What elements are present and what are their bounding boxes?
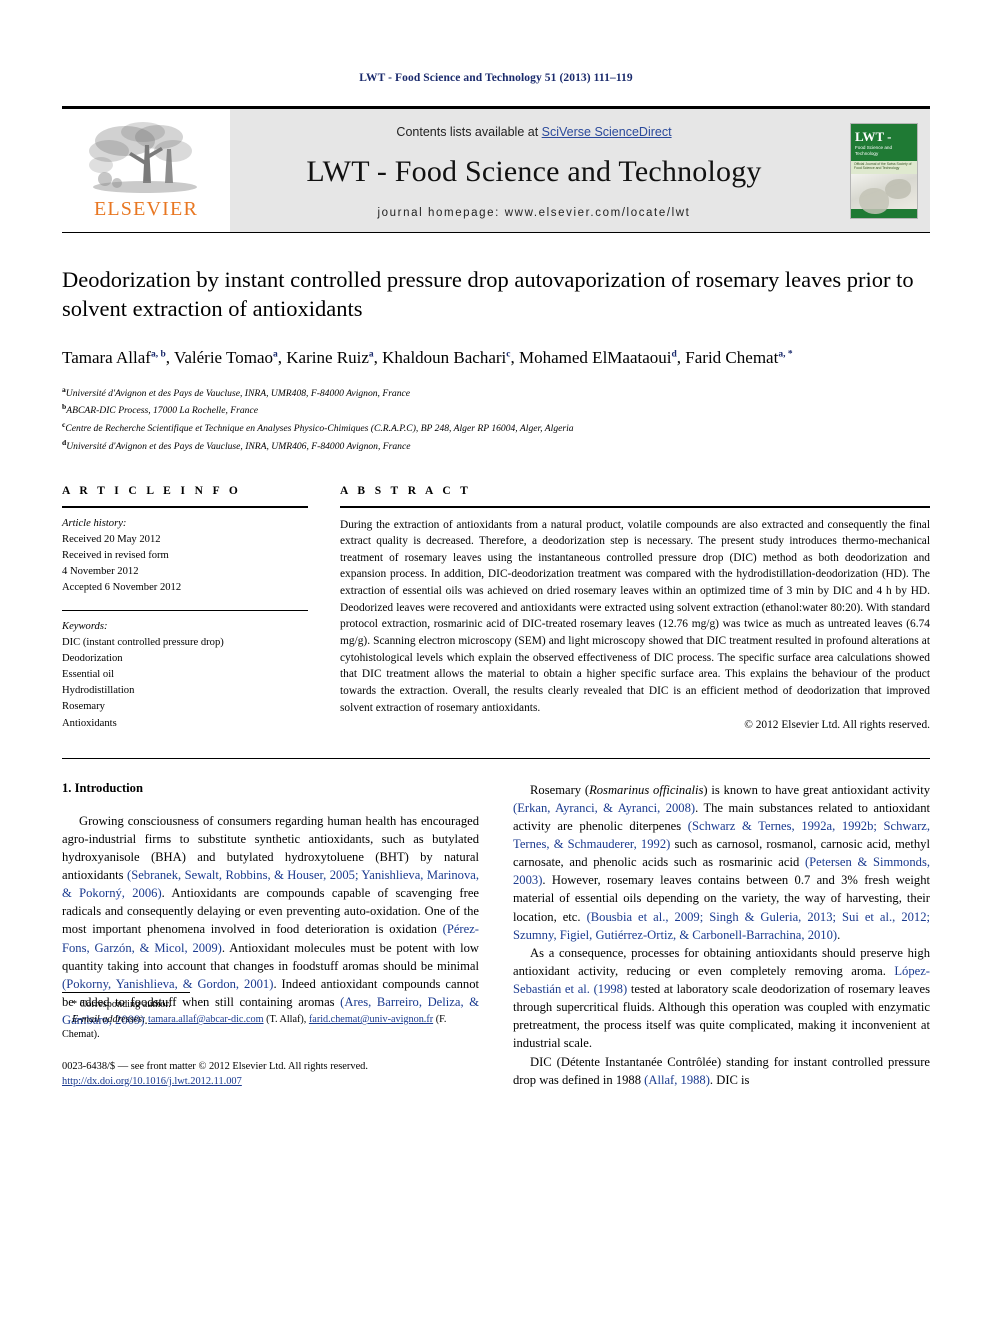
author-name: Karine Ruiz [286,347,369,367]
keyword-item: Hydrodistillation [62,685,135,697]
keywords-label: Keywords: [62,620,108,632]
affiliation: aUniversité d'Avignon et des Pays de Vau… [62,384,930,402]
article-history: Article history: Received 20 May 2012 Re… [62,508,308,596]
paragraph: As a consequence, processes for obtainin… [513,945,930,1051]
history-item: 4 November 2012 [62,565,139,577]
keyword-item: Deodorization [62,653,123,665]
body-separator-rule [62,757,930,759]
footnote-area: * Corresponding author. E-mail addresses… [62,992,479,1089]
elsevier-wordmark: ELSEVIER [93,197,199,220]
author: Tamara Allafa, b [62,348,166,367]
author-name: Tamara Allaf [62,347,151,367]
keyword-item: DIC (instant controlled pressure drop) [62,637,224,649]
article-history-label: Article history: [62,517,127,529]
section-title-introduction: 1. Introduction [62,780,143,795]
masthead-center: Contents lists available at SciVerse Sci… [230,109,838,232]
author-name: Khaldoun Bachari [382,347,507,367]
author-name: Mohamed ElMaataoui [519,347,672,367]
article-info-heading: A R T I C L E I N F O [62,484,242,497]
author-affil-mark: a, * [778,348,793,359]
elsevier-tree-icon [89,121,197,193]
article-page: LWT - Food Science and Technology 51 (20… [0,0,992,1323]
author-affil-mark: d [671,348,677,359]
keywords-block: Keywords: DIC (instant controlled pressu… [62,611,308,732]
affiliation-list: aUniversité d'Avignon et des Pays de Vau… [62,384,930,455]
info-abstract-row: A R T I C L E I N F O Article history: R… [62,485,930,732]
author: Valérie Tomaoa [174,348,278,367]
author-name: Farid Chemat [685,347,779,367]
keyword-item: Essential oil [62,669,115,681]
email-label: E-mail addresses: [72,1014,146,1026]
sciencedirect-link[interactable]: SciVerse ScienceDirect [542,125,672,139]
abstract-text: During the extraction of antioxidants fr… [340,518,930,714]
email-link-allaf[interactable]: tamara.allaf@abcar-dic.com [148,1014,264,1025]
keyword-item: Rosemary [62,701,105,713]
affiliation-text: Centre de Recherche Scientifique et Tech… [65,423,574,435]
journal-title: LWT - Food Science and Technology [306,154,762,188]
author-affil-mark: a [273,348,278,359]
email-owner-allaf: (T. Allaf), [266,1014,307,1026]
body-column-left: 1. Introduction Growing consciousness of… [62,781,479,1089]
author-list: Tamara Allafa, b, Valérie Tomaoa, Karine… [62,347,793,367]
title-block: Deodorization by instant controlled pres… [62,233,930,455]
affiliation: cCentre de Recherche Scientifique et Tec… [62,419,930,437]
paragraph: DIC (Détente Instantanée Contrôlée) stan… [513,1054,930,1087]
journal-homepage-line[interactable]: journal homepage: www.elsevier.com/locat… [378,207,691,219]
author: Farid Chemata, * [685,348,792,367]
cover-photo [851,173,917,214]
running-head: LWT - Food Science and Technology 51 (20… [359,72,633,84]
page-title: Deodorization by instant controlled pres… [62,267,914,322]
email-link-chemat[interactable]: farid.chemat@univ-avignon.fr [309,1014,433,1025]
affiliation-text: Université d'Avignon et des Pays de Vauc… [66,440,411,452]
journal-masthead: ELSEVIER Contents lists available at Sci… [62,106,930,232]
contents-available-line: Contents lists available at SciVerse Sci… [396,125,671,139]
email-note: E-mail addresses: tamara.allaf@abcar-dic… [62,1013,479,1043]
author-affil-mark: a [368,348,374,359]
affiliation: bABCAR-DIC Process, 17000 La Rochelle, F… [62,401,930,419]
footnote-rule [62,992,190,994]
author: Mohamed ElMaataouid [519,348,677,367]
cover-subtitle: Food Science and Technology [851,145,917,161]
body-column-right: Rosemary (Rosmarinus officinalis) is kno… [513,781,930,1089]
author-affil-mark: a, b [150,348,166,359]
keyword-item: Antioxidants [62,717,117,729]
author: Karine Ruiza [286,348,373,367]
author: Khaldoun Bacharic [382,348,510,367]
history-item: Received 20 May 2012 [62,533,161,545]
abstract-column: A B S T R A C T During the extraction of… [340,485,930,732]
paragraph: Rosemary (Rosmarinus officinalis) is kno… [513,782,931,942]
cover-title: LWT - [851,123,917,146]
abstract-copyright: © 2012 Elsevier Ltd. All rights reserved… [744,719,930,732]
corresponding-author-note: * Corresponding author. [72,999,171,1011]
cover-band-text: Official Journal of the Swiss Society of… [851,160,917,174]
affiliation-text: Université d'Avignon et des Pays de Vauc… [65,387,411,399]
doi-link[interactable]: http://dx.doi.org/10.1016/j.lwt.2012.11.… [62,1076,242,1087]
issn-block: 0023-6438/$ — see front matter © 2012 El… [62,1059,479,1089]
publisher-logo: ELSEVIER [62,109,230,232]
history-item: Received in revised form [62,549,169,561]
journal-cover-thumbnail: LWT - Food Science and Technology Offici… [850,122,918,219]
abstract-heading: A B S T R A C T [340,484,472,497]
body-columns: 1. Introduction Growing consciousness of… [62,781,930,1089]
author-name: Valérie Tomao [173,347,274,367]
author-affil-mark: c [506,348,511,359]
issn-line: 0023-6438/$ — see front matter © 2012 El… [62,1060,368,1072]
masthead-right: LWT - Food Science and Technology Offici… [838,109,930,232]
history-item: Accepted 6 November 2012 [62,581,182,593]
article-info-column: A R T I C L E I N F O Article history: R… [62,485,308,732]
affiliation: dUniversité d'Avignon et des Pays de Vau… [62,437,930,455]
contents-prefix: Contents lists available at [396,124,542,139]
affiliation-text: ABCAR-DIC Process, 17000 La Rochelle, Fr… [66,405,258,417]
